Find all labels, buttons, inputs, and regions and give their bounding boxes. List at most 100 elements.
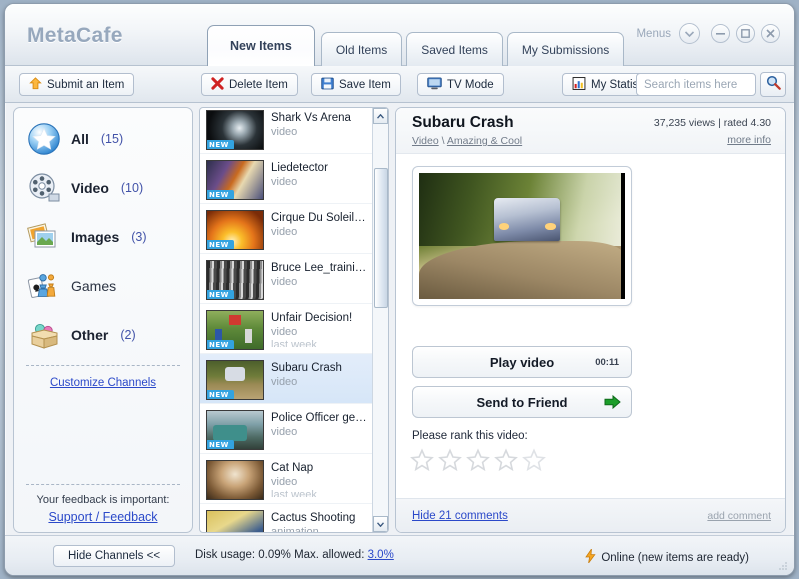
catnap-thumb bbox=[206, 460, 264, 500]
list-item[interactable]: NEW Unfair Decision! video last week bbox=[200, 304, 372, 354]
rating-star-4[interactable] bbox=[494, 448, 518, 477]
upload-arrow-icon bbox=[29, 76, 42, 93]
tab-saved-items[interactable]: Saved Items bbox=[406, 32, 503, 66]
category-separator: \ bbox=[438, 135, 447, 147]
list-item-subtitle: video bbox=[271, 426, 298, 438]
rating-star-3[interactable] bbox=[466, 448, 490, 477]
scrollbar-thumb[interactable] bbox=[374, 168, 388, 308]
list-item-title: Subaru Crash bbox=[271, 362, 342, 374]
save-item-label: Save Item bbox=[339, 78, 391, 91]
new-badge: NEW bbox=[207, 190, 234, 199]
more-info-link[interactable]: more info bbox=[727, 134, 771, 146]
sidebar-item-images-count: (3) bbox=[131, 229, 147, 244]
list-item[interactable]: NEW Subaru Crash video bbox=[200, 354, 372, 404]
list-item-meta: Unfair Decision! video last week bbox=[271, 310, 352, 347]
film-reel-icon bbox=[26, 170, 62, 206]
sidebar-item-other-count: (2) bbox=[120, 327, 136, 342]
list-item[interactable]: Cactus Shooting animation bbox=[200, 504, 372, 532]
games-icon bbox=[26, 268, 62, 304]
search-input[interactable]: Search items here bbox=[636, 73, 756, 96]
lightning-bolt-icon bbox=[585, 547, 596, 566]
max-allowed-link[interactable]: 3.0% bbox=[368, 549, 394, 561]
box-icon bbox=[26, 317, 62, 353]
send-to-friend-button[interactable]: Send to Friend bbox=[412, 386, 632, 418]
maximize-icon[interactable] bbox=[736, 24, 755, 43]
search-button[interactable] bbox=[760, 72, 786, 97]
item-list-scrollbar[interactable] bbox=[372, 108, 388, 532]
sidebar-item-all[interactable]: All (15) bbox=[14, 114, 192, 163]
list-item-subtitle: video bbox=[271, 226, 298, 238]
tab-my-submissions[interactable]: My Submissions bbox=[506, 32, 625, 66]
list-item-title: Bruce Lee_training bbox=[271, 262, 367, 274]
scroll-down-icon[interactable] bbox=[373, 516, 388, 532]
sidebar-item-games[interactable]: Games bbox=[14, 261, 192, 310]
detail-categories: Video \ Amazing & Cool bbox=[412, 135, 771, 147]
toolbar: Submit an Item Delete Item Save Item TV … bbox=[5, 66, 794, 103]
chevron-down-icon[interactable] bbox=[679, 23, 700, 44]
list-item[interactable]: NEW Cirque Du Soleil (Osca... video bbox=[200, 204, 372, 254]
play-video-button[interactable]: Play video 00:11 bbox=[412, 346, 632, 378]
scroll-up-icon[interactable] bbox=[373, 108, 388, 124]
minimize-icon[interactable] bbox=[711, 24, 730, 43]
customize-channels-link[interactable]: Customize Channels bbox=[50, 377, 156, 389]
item-list-scroll-region: NEW Shark Vs Arena video NEW Liedetector… bbox=[200, 108, 372, 532]
send-to-friend-label: Send to Friend bbox=[476, 394, 568, 410]
television-icon bbox=[427, 76, 442, 93]
submit-an-item-button[interactable]: Submit an Item bbox=[19, 73, 135, 96]
sidebar-item-images[interactable]: Images (3) bbox=[14, 212, 192, 261]
red-x-icon bbox=[211, 76, 224, 93]
cirque-thumb: NEW bbox=[206, 210, 264, 250]
rating-star-1[interactable] bbox=[410, 448, 434, 477]
new-badge: NEW bbox=[207, 440, 234, 449]
category-sub-link[interactable]: Amazing & Cool bbox=[447, 135, 522, 147]
list-item-title: Shark Vs Arena bbox=[271, 112, 351, 124]
list-item[interactable]: NEW Shark Vs Arena video bbox=[200, 108, 372, 154]
list-item[interactable]: NEW Police Officer get Attack video bbox=[200, 404, 372, 454]
list-item-meta: Cactus Shooting animation bbox=[271, 510, 355, 532]
list-item[interactable]: NEW Liedetector video bbox=[200, 154, 372, 204]
list-item-date: last week bbox=[271, 339, 317, 347]
online-status: Online (new items are ready) bbox=[585, 547, 749, 566]
new-badge: NEW bbox=[207, 340, 234, 349]
video-preview[interactable] bbox=[412, 166, 632, 306]
list-item[interactable]: NEW Bruce Lee_training video bbox=[200, 254, 372, 304]
list-item-title: Liedetector bbox=[271, 162, 328, 174]
brucelee-thumb: NEW bbox=[206, 260, 264, 300]
rating-stars[interactable] bbox=[410, 448, 546, 477]
tab-new-items[interactable]: New Items bbox=[207, 25, 315, 66]
category-main-link[interactable]: Video bbox=[412, 135, 439, 147]
delete-item-button[interactable]: Delete Item bbox=[201, 73, 298, 96]
rating-star-5[interactable] bbox=[522, 448, 546, 477]
list-item-title: Cactus Shooting bbox=[271, 512, 356, 524]
add-comment-link[interactable]: add comment bbox=[707, 510, 771, 522]
new-badge: NEW bbox=[207, 140, 234, 149]
new-badge: NEW bbox=[207, 390, 234, 399]
close-icon[interactable] bbox=[761, 24, 780, 43]
list-item[interactable]: Cat Nap video last week bbox=[200, 454, 372, 504]
list-item-subtitle: video bbox=[271, 276, 298, 288]
channels-sidebar: All (15) Video (10) Images (3) Games Oth… bbox=[13, 107, 193, 533]
feedback-section: Your feedback is important: Support / Fe… bbox=[26, 484, 180, 524]
sidebar-item-all-label: All bbox=[71, 130, 89, 147]
app-brand-title: MetaCafe bbox=[27, 24, 123, 47]
resize-grip[interactable] bbox=[776, 559, 788, 571]
sidebar-item-other[interactable]: Other (2) bbox=[14, 310, 192, 359]
window-controls: Menus bbox=[636, 23, 780, 44]
list-item-meta: Liedetector video bbox=[271, 160, 328, 197]
list-item-title: Unfair Decision! bbox=[271, 312, 353, 324]
sidebar-item-video[interactable]: Video (10) bbox=[14, 163, 192, 212]
tab-old-items[interactable]: Old Items bbox=[320, 32, 403, 66]
tv-mode-button[interactable]: TV Mode bbox=[417, 73, 504, 96]
save-item-button[interactable]: Save Item bbox=[311, 73, 401, 96]
cactus-thumb bbox=[206, 510, 264, 532]
liedetector-thumb: NEW bbox=[206, 160, 264, 200]
hide-channels-button[interactable]: Hide Channels << bbox=[53, 545, 176, 567]
title-bar: MetaCafe New Items Old Items Saved Items… bbox=[5, 4, 794, 66]
list-item-subtitle: video bbox=[271, 326, 298, 338]
subaru-thumb: NEW bbox=[206, 360, 264, 400]
photos-icon bbox=[26, 219, 62, 255]
list-item-title: Cat Nap bbox=[271, 462, 314, 474]
support-feedback-link[interactable]: Support / Feedback bbox=[26, 510, 180, 524]
rating-star-2[interactable] bbox=[438, 448, 462, 477]
hide-comments-link[interactable]: Hide 21 comments bbox=[412, 510, 508, 522]
